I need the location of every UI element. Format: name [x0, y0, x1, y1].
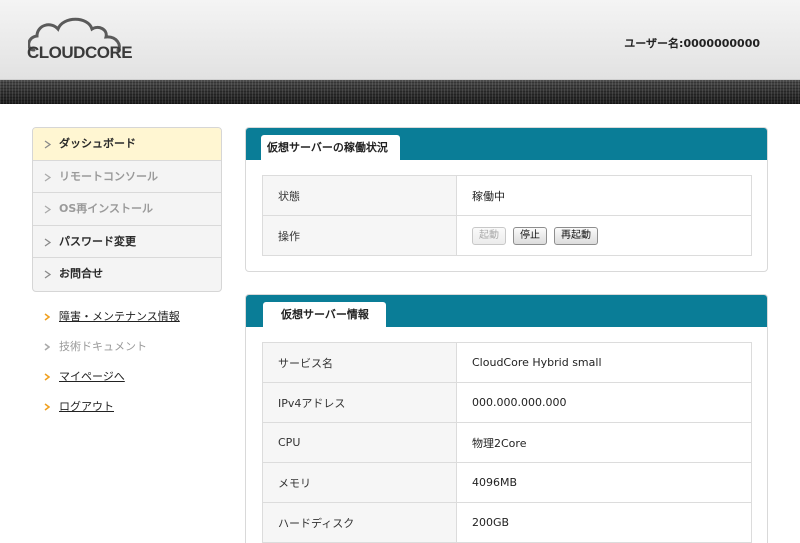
status-table: 状態 稼働中 操作 起動 停止 再起動: [262, 175, 752, 256]
table-row: 操作 起動 停止 再起動: [262, 215, 752, 256]
info-value: CloudCore Hybrid small: [456, 342, 752, 383]
cloudcore-logo[interactable]: CLOUDCORE: [24, 16, 136, 66]
link-mypage[interactable]: マイページへ: [44, 368, 224, 398]
panel-title: 仮想サーバーの稼働状況: [261, 135, 400, 161]
ops-key: 操作: [262, 215, 457, 256]
sidebar-item-label: お問合せ: [59, 267, 103, 281]
ops-buttons: 起動 停止 再起動: [456, 215, 752, 256]
info-key: ハードディスク: [262, 502, 457, 543]
sidebar-item-contact[interactable]: お問合せ: [33, 258, 221, 291]
info-value: 000.000.000.000: [456, 382, 752, 423]
start-button[interactable]: 起動: [472, 226, 506, 245]
header: CLOUDCORE ユーザー名:0000000000: [0, 0, 800, 80]
link-label: ログアウト: [59, 400, 114, 413]
info-key: サービス名: [262, 342, 457, 383]
server-status-panel: 仮想サーバーの稼働状況 状態 稼働中 操作 起動 停止 再起動: [245, 127, 768, 272]
panel-header: 仮想サーバー情報: [246, 295, 767, 328]
info-value: 200GB: [456, 502, 752, 543]
sidebar-item-label: パスワード変更: [59, 234, 136, 248]
info-key: メモリ: [262, 462, 457, 503]
sidebar-item-dashboard[interactable]: ダッシュボード: [33, 128, 221, 161]
chevron-right-icon: [44, 238, 52, 247]
sidebar-item-password-change[interactable]: パスワード変更: [33, 226, 221, 259]
link-label: マイページへ: [59, 370, 125, 383]
chevron-right-icon: [44, 270, 52, 279]
logo-text: CLOUDCORE: [27, 43, 133, 62]
link-label: 障害・メンテナンス情報: [59, 310, 180, 323]
chevron-right-icon: [44, 205, 52, 214]
bullet-chevron-icon: [44, 313, 50, 321]
panel-header: 仮想サーバーの稼働状況: [246, 128, 767, 161]
link-label: 技術ドキュメント: [59, 340, 147, 353]
info-value: 4096MB: [456, 462, 752, 503]
bullet-chevron-icon: [44, 403, 50, 411]
info-value: 物理2Core: [456, 422, 752, 463]
link-tech-docs[interactable]: 技術ドキュメント: [44, 338, 224, 368]
sidebar-item-remote-console[interactable]: リモートコンソール: [33, 161, 221, 194]
info-key: CPU: [262, 422, 457, 463]
bullet-chevron-icon: [44, 373, 50, 381]
server-info-panel: 仮想サーバー情報 サービス名 CloudCore Hybrid small IP…: [245, 294, 768, 543]
panel-title: 仮想サーバー情報: [263, 302, 386, 328]
status-value: 稼働中: [456, 175, 752, 216]
header-band: [0, 80, 800, 104]
status-key: 状態: [262, 175, 457, 216]
chevron-right-icon: [44, 140, 52, 149]
restart-button[interactable]: 再起動: [554, 226, 598, 245]
table-row: 状態 稼働中: [262, 175, 752, 216]
sidebar-links: 障害・メンテナンス情報 技術ドキュメント マイページへ ログアウト: [44, 308, 224, 428]
info-key: IPv4アドレス: [262, 382, 457, 423]
server-info-table: サービス名 CloudCore Hybrid small IPv4アドレス 00…: [262, 342, 752, 543]
table-row: ハードディスク 200GB: [262, 502, 752, 543]
sidebar-item-label: ダッシュボード: [59, 137, 136, 150]
chevron-right-icon: [44, 173, 52, 182]
table-row: サービス名 CloudCore Hybrid small: [262, 342, 752, 383]
sidebar-item-label: リモートコンソール: [59, 169, 158, 183]
link-maintenance-info[interactable]: 障害・メンテナンス情報: [44, 308, 224, 338]
table-row: メモリ 4096MB: [262, 462, 752, 503]
sidebar-item-label: OS再インストール: [59, 202, 154, 216]
sidebar-item-os-reinstall[interactable]: OS再インストール: [33, 193, 221, 226]
username-label: ユーザー名:0000000000: [624, 37, 760, 50]
link-logout[interactable]: ログアウト: [44, 398, 224, 428]
table-row: IPv4アドレス 000.000.000.000: [262, 382, 752, 423]
stop-button[interactable]: 停止: [513, 226, 547, 245]
sidebar-menu: ダッシュボード リモートコンソール OS再インストール パスワード変更 お問合せ: [32, 127, 222, 292]
bullet-chevron-icon: [44, 343, 50, 351]
table-row: CPU 物理2Core: [262, 422, 752, 463]
